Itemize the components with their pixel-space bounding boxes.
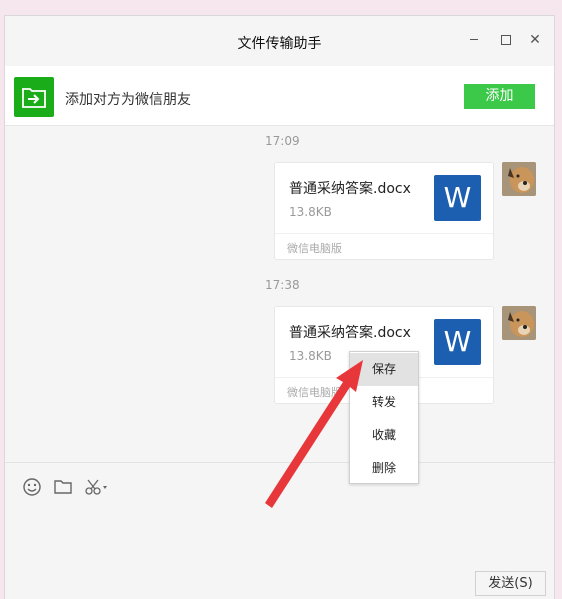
close-icon[interactable]: ✕ — [524, 29, 546, 51]
menu-item-forward[interactable]: 转发 — [350, 386, 418, 419]
chat-window: 文件传输助手 ✕ 添加对方为微信朋友 添加 17:09 普通采纳答案.docx … — [4, 15, 555, 599]
file-name: 普通采纳答案.docx — [289, 181, 411, 197]
message-source: 微信电脑版 — [287, 242, 342, 255]
avatar[interactable] — [502, 162, 536, 196]
message-source: 微信电脑版 — [287, 386, 342, 399]
avatar[interactable] — [502, 306, 536, 340]
timestamp: 17:38 — [265, 278, 300, 292]
add-button[interactable]: 添加 — [464, 84, 535, 109]
word-file-icon: W — [434, 319, 481, 365]
minimize-icon[interactable] — [463, 29, 485, 51]
add-friend-banner: 添加对方为微信朋友 添加 — [5, 66, 554, 126]
message-list: 17:09 普通采纳答案.docx 13.8KB W 微信电脑版 17:38 普… — [5, 126, 554, 462]
message-footer: 微信电脑版 — [275, 233, 493, 260]
file-message[interactable]: 普通采纳答案.docx 13.8KB W 微信电脑版 — [274, 162, 494, 260]
folder-icon[interactable] — [53, 477, 73, 497]
word-file-icon: W — [434, 175, 481, 221]
timestamp: 17:09 — [265, 134, 300, 148]
context-menu: 保存 转发 收藏 删除 — [349, 351, 419, 484]
title-bar: 文件传输助手 ✕ — [5, 16, 554, 66]
scissors-icon[interactable] — [84, 477, 110, 497]
message-input-area[interactable]: 发送(S) — [5, 462, 554, 599]
maximize-icon[interactable] — [494, 29, 516, 51]
file-name: 普通采纳答案.docx — [289, 325, 411, 341]
menu-item-save[interactable]: 保存 — [350, 353, 418, 386]
add-friend-text: 添加对方为微信朋友 — [65, 92, 191, 108]
menu-item-delete[interactable]: 删除 — [350, 452, 418, 485]
menu-item-favorite[interactable]: 收藏 — [350, 419, 418, 452]
file-size: 13.8KB — [289, 349, 332, 363]
file-size: 13.8KB — [289, 205, 332, 219]
emoji-icon[interactable] — [22, 477, 42, 497]
send-button[interactable]: 发送(S) — [475, 571, 546, 596]
file-transfer-icon — [14, 77, 54, 117]
